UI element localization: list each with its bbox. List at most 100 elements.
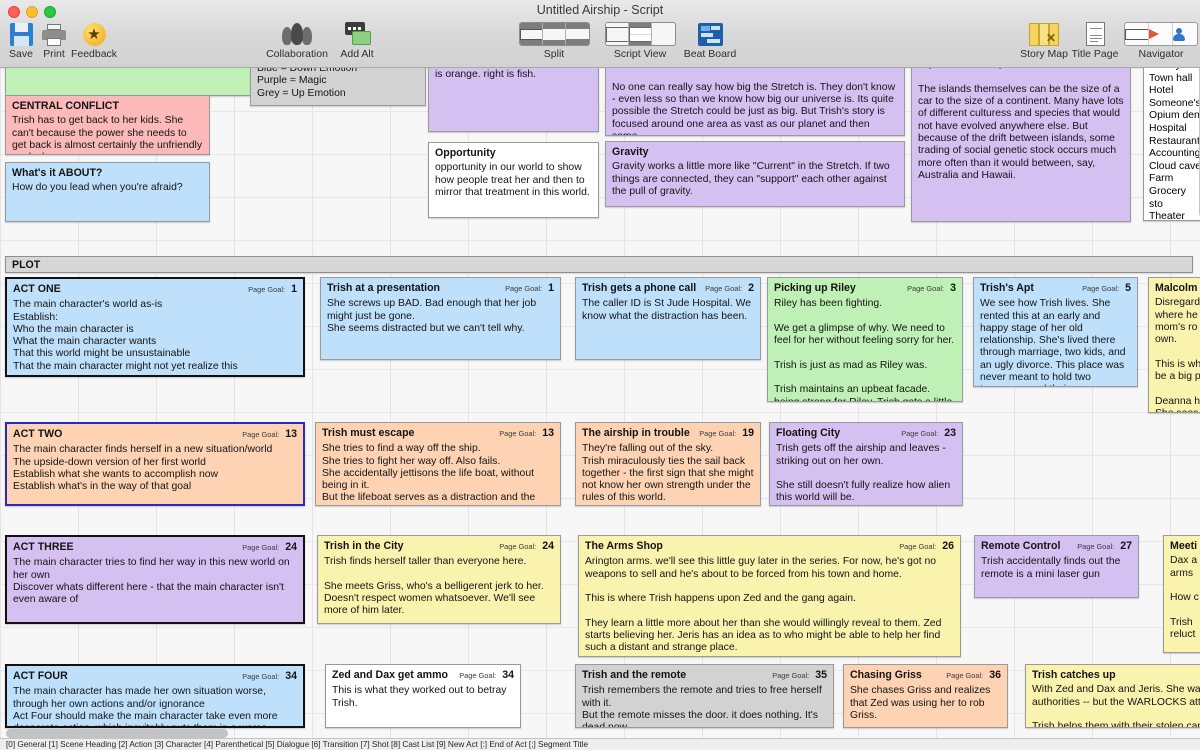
card-title: ACT TWO	[13, 428, 62, 440]
beat-card-chasing-griss[interactable]: Chasing Griss Page Goal:36 She chases Gr…	[843, 664, 1008, 728]
person-icon[interactable]	[1173, 23, 1197, 45]
page-goal-label: Page Goal:	[505, 283, 542, 295]
feedback-button[interactable]: ★ Feedback	[65, 20, 123, 60]
story-map-button[interactable]: ✕ Story Map	[1015, 20, 1073, 60]
card-title: CENTRAL CONFLICT	[12, 100, 119, 112]
beat-card-picking-up-riley[interactable]: Picking up Riley Page Goal:3 Riley has b…	[767, 277, 963, 402]
card-body: How do you lead when you're afraid?	[12, 182, 203, 194]
story-map-icon: ✕	[1029, 20, 1059, 46]
feedback-label: Feedback	[71, 48, 117, 60]
act-card-act-one[interactable]: ACT ONE Page Goal:1 The main character's…	[5, 277, 305, 377]
script-view-button[interactable]: Script View	[607, 20, 673, 60]
horizontal-scrollbar[interactable]	[4, 729, 1196, 738]
beat-card-zed-and-dax-get-ammo[interactable]: Zed and Dax get ammo Page Goal: 34 This i…	[325, 664, 521, 728]
title-page-button[interactable]: Title Page	[1066, 20, 1124, 60]
beat-card-central-conflict[interactable]: CENTRAL CONFLICT Trish has to get back t…	[5, 95, 210, 155]
add-alt-label: Add Alt	[340, 48, 373, 60]
page-goal-value: 1	[548, 282, 554, 294]
scrollbar-thumb[interactable]	[6, 729, 228, 738]
beat-card-stretch-size[interactable]: months or even years... and still wind u…	[605, 68, 905, 136]
page-goal-value: 34	[502, 669, 514, 681]
card-body: With Zed and Dax and Jeris. She wants t …	[1032, 684, 1200, 728]
beat-card-trish-gets-a-phone-call[interactable]: Trish gets a phone call Page Goal:2 The …	[575, 277, 761, 360]
card-title: Malcolm	[1155, 282, 1197, 294]
page-goal-value: 36	[989, 669, 1001, 681]
page-goal-value: 5	[1125, 282, 1131, 294]
card-title: Floating City	[776, 427, 840, 439]
section-band-plot[interactable]: PLOT	[5, 256, 1193, 273]
card-body: Trish gets off the airship and leaves - …	[776, 443, 956, 504]
page-goal-value: 3	[950, 282, 956, 294]
beat-card-the-airship-in-trouble[interactable]: The airship in trouble Page Goal:19 They…	[575, 422, 761, 506]
page-goal-label: Page Goal:	[459, 670, 496, 682]
page-goal-value: 27	[1120, 540, 1132, 552]
card-body: She screws up BAD. Bad enough that her j…	[327, 298, 554, 335]
beat-card-islands[interactable]: apart so far that war could become impra…	[911, 68, 1131, 222]
beat-card-trish-in-the-city[interactable]: Trish in the City Page Goal:24 Trish fin…	[317, 535, 561, 624]
card-title: Picking up Riley	[774, 282, 856, 294]
card-body: apart so far that war could become impra…	[918, 68, 1124, 182]
add-alt-button[interactable]: Add Alt	[328, 20, 386, 60]
flag-icon[interactable]	[1149, 23, 1173, 45]
beat-board-canvas[interactable]: CENTRAL CONFLICT Trish has to get back t…	[0, 68, 1200, 740]
beat-card-trish-and-the-remote[interactable]: Trish and the remote Page Goal:35 Trish …	[575, 664, 834, 728]
card-body: Trish remembers the remote and tries to …	[582, 685, 827, 728]
legend-text: Blue = Down Emotion Purple = Magic Grey …	[257, 68, 419, 100]
card-body: We see how Trish lives. She rented this …	[980, 298, 1131, 387]
card-body: The main character has made her own situ…	[13, 686, 297, 728]
beat-card-trish-must-escape[interactable]: Trish must escape Page Goal:13 She tries…	[315, 422, 561, 506]
act-card-act-four[interactable]: ACT FOUR Page Goal:34 The main character…	[5, 664, 305, 728]
card-title: Zed and Dax get ammo	[332, 669, 448, 681]
page-goal-label: Page Goal:	[901, 428, 938, 440]
card-body: Deanna: not quite. more like left is ora…	[435, 68, 592, 82]
card-body: The main character tries to find her way…	[13, 557, 297, 606]
card-body: Trish finds herself taller than everyone…	[324, 556, 554, 617]
calendar-icon[interactable]	[1125, 23, 1149, 45]
card-title: Trish and the remote	[582, 669, 686, 681]
card-body: months or even years... and still wind u…	[612, 68, 898, 136]
print-label: Print	[43, 48, 65, 60]
beat-card-the-arms-shop[interactable]: The Arms Shop Page Goal:26 Arington arms…	[578, 535, 961, 657]
card-title: Chasing Griss	[850, 669, 922, 681]
beat-board-button[interactable]: Beat Board	[679, 20, 741, 60]
page-goal-value: 34	[285, 670, 297, 682]
beat-card-whats-it-about[interactable]: What's it ABOUT? How do you lead when yo…	[5, 162, 210, 222]
card-body: Trish accidentally finds out the remote …	[981, 556, 1132, 581]
beat-card-gravity[interactable]: Gravity Gravity works a little more like…	[605, 141, 905, 207]
card-body: Riley has been fighting. We get a glimps…	[774, 298, 956, 402]
card-body: Gravity works a little more like "Curren…	[612, 161, 898, 198]
page-goal-value: 35	[815, 669, 827, 681]
beat-card-deanna-note[interactable]: Deanna: not quite. more like left is ora…	[428, 68, 599, 132]
beat-card-floating-city[interactable]: Floating City Page Goal:23 Trish gets of…	[769, 422, 963, 506]
beat-card-opportunity[interactable]: Opportunity opportunity in our world to …	[428, 142, 599, 218]
beat-card-trishs-apt[interactable]: Trish's Apt Page Goal:5 We see how Trish…	[973, 277, 1138, 387]
page-goal-value: 13	[542, 427, 554, 439]
page-goal-label: Page Goal:	[499, 541, 536, 553]
page-goal-label: Page Goal:	[699, 428, 736, 440]
collaboration-button[interactable]: Collaboration	[266, 20, 328, 60]
beat-card-malcolm[interactable]: Malcolm Disregard where he mom's ro own.…	[1148, 277, 1200, 413]
navigator-button[interactable]: Navigator	[1128, 20, 1194, 60]
beat-card-trish-at-a-presentation[interactable]: Trish at a presentation Page Goal:1 She …	[320, 277, 561, 360]
page-goal-label: Page Goal:	[1077, 541, 1114, 553]
act-card-act-three[interactable]: ACT THREE Page Goal:24 The main characte…	[5, 535, 305, 624]
beat-card-trish-catches-up[interactable]: Trish catches up With Zed and Dax and Je…	[1025, 664, 1200, 728]
page-goal-value: 24	[542, 540, 554, 552]
beat-card-legend[interactable]: Blue = Down Emotion Purple = Magic Grey …	[250, 68, 426, 106]
locations-list-card[interactable]: Library Town hall Hotel Someone's Opium …	[1143, 68, 1200, 221]
beat-card-remote-control[interactable]: Remote Control Page Goal:27 Trish accide…	[974, 535, 1139, 598]
page-goal-value: 24	[285, 541, 297, 553]
split-button[interactable]: Split	[525, 20, 583, 60]
navigator-label: Navigator	[1139, 48, 1184, 60]
page-goal-value: 26	[942, 540, 954, 552]
card-title: Opportunity	[435, 147, 496, 159]
star-icon: ★	[83, 20, 106, 46]
split-layout-icon[interactable]	[519, 20, 590, 46]
act-card-act-two[interactable]: ACT TWO Page Goal:13 The main character …	[5, 422, 305, 506]
script-view-icon[interactable]	[605, 20, 676, 46]
beat-card-meeting[interactable]: Meeti Dax a arms How c Trish reluct	[1163, 535, 1200, 653]
card-body: This is what they worked out to betray T…	[332, 685, 514, 710]
beat-board-label: Beat Board	[684, 48, 737, 60]
title-page-icon	[1086, 20, 1105, 46]
navigator-icon[interactable]	[1124, 20, 1198, 46]
